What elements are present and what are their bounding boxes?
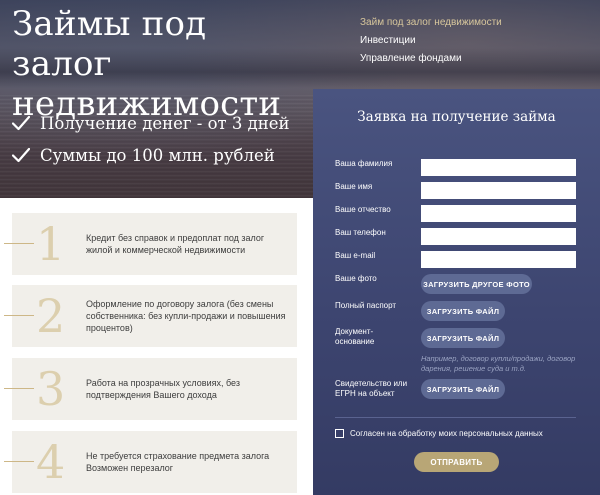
basis-document-hint: Например, договор купли/продажи, договор… xyxy=(421,354,576,373)
step-number: 4 xyxy=(36,435,66,489)
patronymic-label: Ваше отчество xyxy=(335,205,391,214)
benefits-list: Получение денег - от 3 дней Суммы до 100… xyxy=(12,107,290,171)
surname-label: Ваша фамилия xyxy=(335,159,393,168)
page-title: Займы под залог недвижимости xyxy=(12,4,282,124)
step-marker-line xyxy=(4,388,34,389)
phone-label: Ваш телефон xyxy=(335,228,386,237)
step-text: Не требуется страхование предмета залога… xyxy=(86,451,270,473)
nav-item-investments[interactable]: Инвестиции xyxy=(360,32,502,50)
surname-field[interactable] xyxy=(421,159,576,176)
consent-row: Согласен на обработку моих персональных … xyxy=(335,429,543,438)
submit-button[interactable]: ОТПРАВИТЬ xyxy=(414,452,499,472)
upload-certificate-button[interactable]: ЗАГРУЗИТЬ ФАЙЛ xyxy=(421,379,505,399)
consent-checkbox[interactable] xyxy=(335,429,344,438)
step-marker-line xyxy=(4,315,34,316)
step-card-1: 1 Кредит без справок и предоплат под зал… xyxy=(4,213,297,275)
step-card-4: 4 Не требуется страхование предмета зало… xyxy=(4,431,297,493)
step-marker-line xyxy=(4,243,34,244)
step-number: 1 xyxy=(36,217,66,271)
step-text: Оформление по договору залога (без смены… xyxy=(86,299,286,333)
benefit-text: Суммы до 100 млн. рублей xyxy=(40,145,275,165)
photo-label: Ваше фото xyxy=(335,274,377,283)
consent-label: Согласен на обработку моих персональных … xyxy=(350,429,543,438)
upload-basis-document-button[interactable]: ЗАГРУЗИТЬ ФАЙЛ xyxy=(421,328,505,348)
upload-passport-button[interactable]: ЗАГРУЗИТЬ ФАЙЛ xyxy=(421,301,505,321)
first-name-field[interactable] xyxy=(421,182,576,199)
nav-item-fund-management[interactable]: Управление фондами xyxy=(360,50,502,68)
check-icon xyxy=(12,147,30,163)
passport-label: Полный паспорт xyxy=(335,301,397,310)
upload-photo-button[interactable]: ЗАГРУЗИТЬ ДРУГОЕ ФОТО xyxy=(421,274,532,294)
email-field[interactable] xyxy=(421,251,576,268)
form-title: Заявка на получение займа xyxy=(357,109,556,125)
benefit-text: Получение денег - от 3 дней xyxy=(40,113,290,133)
step-text: Работа на прозрачных условиях, без подтв… xyxy=(86,378,240,400)
loan-application-form: Заявка на получение займа Ваша фамилия В… xyxy=(313,89,600,495)
benefit-item: Суммы до 100 млн. рублей xyxy=(12,139,290,171)
email-label: Ваш e-mail xyxy=(335,251,376,260)
benefit-item: Получение денег - от 3 дней xyxy=(12,107,290,139)
step-card-3: 3 Работа на прозрачных условиях, без под… xyxy=(4,358,297,420)
basis-document-label: Документ-основание xyxy=(335,327,375,346)
first-name-label: Ваше имя xyxy=(335,182,373,191)
step-text: Кредит без справок и предоплат под залог… xyxy=(86,233,265,255)
patronymic-field[interactable] xyxy=(421,205,576,222)
certificate-label: Свидетельство или ЕГРН на объект xyxy=(335,379,408,398)
form-divider xyxy=(335,417,576,418)
phone-field[interactable] xyxy=(421,228,576,245)
step-number: 3 xyxy=(36,362,66,416)
step-number: 2 xyxy=(36,289,66,343)
check-icon xyxy=(12,115,30,131)
step-card-2: 2 Оформление по договору залога (без сме… xyxy=(4,285,297,347)
top-navigation: Займ под залог недвижимости Инвестиции У… xyxy=(360,14,502,68)
step-marker-line xyxy=(4,461,34,462)
nav-item-loan[interactable]: Займ под залог недвижимости xyxy=(360,14,502,32)
